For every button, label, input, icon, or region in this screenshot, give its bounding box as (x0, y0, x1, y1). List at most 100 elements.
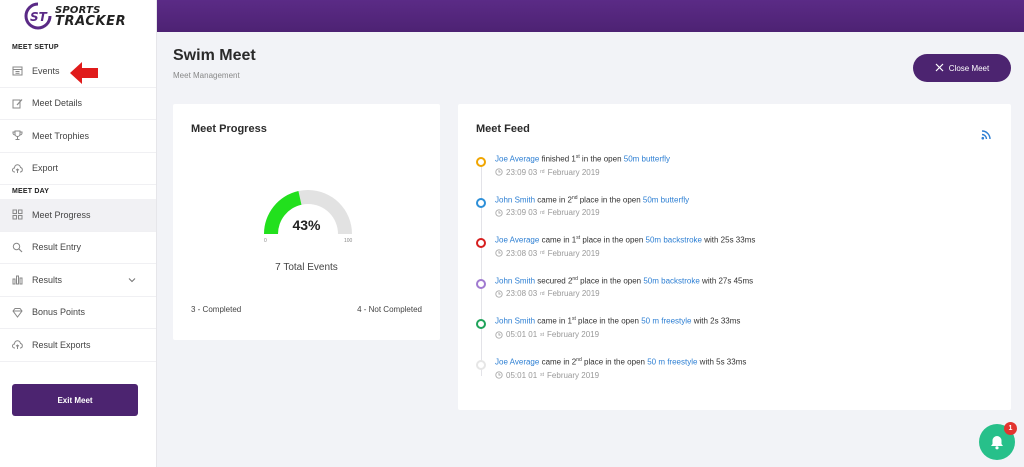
feed-text-part: place in the open (577, 276, 644, 286)
feed-item: John Smith secured 2nd place in the open… (476, 272, 996, 313)
search-icon (11, 241, 23, 253)
feed-timestamp: 23:09 03rd February 2019 (495, 208, 996, 217)
athlete-link[interactable]: Joe Average (495, 358, 539, 367)
feed-text: John Smith secured 2nd place in the open… (495, 272, 996, 288)
rss-icon[interactable] (981, 127, 991, 145)
feed-date: February 2019 (547, 167, 600, 177)
feed-date: February 2019 (547, 289, 600, 299)
not-completed-count: 4 - Not Completed (357, 305, 422, 314)
sidebar-item-label: Meet Trophies (32, 130, 90, 141)
sidebar-item-result-entry[interactable]: Result Entry (0, 232, 156, 264)
card-title: Meet Feed (476, 123, 530, 135)
bar-chart-icon (11, 274, 23, 286)
feed-item: John Smith came in 2nd place in the open… (476, 191, 996, 232)
brand-logo[interactable]: ST SPORTS TRACKER (0, 0, 156, 32)
diamond-icon (11, 306, 23, 318)
notification-badge: 1 (1004, 422, 1017, 435)
feed-list: Joe Average finished 1 st in the open 50m… (476, 150, 996, 394)
sidebar-item-meet-details[interactable]: Meet Details (0, 88, 156, 120)
feed-timestamp: 23:08 03rd February 2019 (495, 249, 996, 258)
athlete-link[interactable]: Joe Average (495, 155, 539, 164)
feed-date: February 2019 (547, 208, 600, 218)
sidebar-item-bonus-points[interactable]: Bonus Points (0, 297, 156, 329)
gauge-min-label: 0 (264, 238, 267, 244)
feed-text-part: came in 2 (539, 357, 577, 367)
sidebar-item-label: Bonus Points (32, 307, 86, 318)
feed-text-part: place in the open (580, 235, 646, 245)
feed-time: 23:08 03 (506, 248, 538, 258)
close-meet-button[interactable]: Close Meet (913, 54, 1011, 82)
completed-count: 3 - Completed (191, 305, 242, 314)
feed-text-part: came in 2 (535, 195, 572, 205)
sidebar-item-label: Result Exports (32, 339, 91, 350)
progress-percent: 43% (292, 217, 321, 233)
feed-text-part: place in the open (581, 357, 648, 367)
ordinal-suffix: rd (540, 250, 545, 257)
sidebar-item-meet-trophies[interactable]: Meet Trophies (0, 120, 156, 153)
clock-icon (495, 209, 503, 217)
cloud-upload-icon (11, 162, 23, 174)
feed-text-part: finished 1 (539, 154, 576, 164)
feed-text: John Smith came in 2nd place in the open… (495, 191, 996, 207)
logo-mark-icon: ST (24, 2, 52, 30)
event-link[interactable]: 50m backstroke (646, 236, 702, 245)
feed-date: February 2019 (547, 248, 600, 258)
ordinal-suffix: st (540, 331, 545, 338)
calendar-icon (11, 65, 23, 77)
feed-time: 05:01 01 (506, 330, 538, 340)
athlete-link[interactable]: Joe Average (495, 236, 539, 245)
chevron-down-icon[interactable] (128, 275, 136, 285)
trophy-icon (11, 130, 23, 142)
feed-text: John Smith came in 1st place in the open… (495, 312, 996, 328)
total-events: 7 Total Events (275, 262, 338, 273)
bell-icon (991, 435, 1003, 449)
sidebar-item-label: Meet Progress (32, 209, 91, 220)
sidebar-item-label: Meet Details (32, 98, 83, 109)
grid-icon (11, 209, 23, 221)
feed-text: Joe Average finished 1st in the open 50m… (495, 150, 996, 166)
feed-text-part: with 5s 33ms (697, 357, 747, 367)
timeline-dot (476, 197, 486, 208)
cloud-upload-icon (11, 339, 23, 351)
athlete-link[interactable]: John Smith (495, 317, 535, 326)
feed-text-part: came in 1 (539, 235, 577, 245)
athlete-link[interactable]: John Smith (495, 276, 535, 285)
event-link[interactable]: 50m butterfly (624, 155, 670, 164)
sidebar-item-results[interactable]: Results (0, 264, 156, 297)
event-link[interactable]: 50 m freestyle (641, 317, 691, 326)
top-bar (157, 0, 1024, 32)
sidebar-item-meet-progress[interactable]: Meet Progress (0, 199, 156, 232)
ordinal-suffix: rd (540, 290, 545, 297)
sidebar-item-label: Results (32, 274, 63, 285)
gauge-max-label: 100 (344, 238, 353, 244)
sidebar-item-result-exports[interactable]: Result Exports (0, 329, 156, 362)
feed-text-part: place in the open (575, 317, 642, 327)
sidebar-item-label: Result Entry (32, 242, 82, 253)
feed-date: February 2019 (547, 370, 600, 380)
event-link[interactable]: 50m backstroke (643, 276, 699, 285)
feed-timestamp: 23:09 03rd February 2019 (495, 168, 996, 177)
clock-icon (495, 330, 503, 339)
event-link[interactable]: 50 m freestyle (647, 358, 697, 367)
feed-text-part: with 2s 33ms (691, 317, 741, 327)
feed-item: Joe Average finished 1st in the open 50m… (476, 150, 996, 191)
feed-timestamp: 05:01 01st February 2019 (495, 330, 996, 339)
timeline-dot (476, 359, 486, 370)
exit-meet-button[interactable]: Exit Meet (12, 384, 138, 416)
svg-text:ST: ST (30, 10, 48, 24)
feed-text-part: place in the open (577, 195, 643, 205)
close-meet-label: Close Meet (948, 63, 990, 73)
clock-icon (495, 290, 503, 298)
event-link[interactable]: 50m butterfly (643, 195, 689, 204)
card-title: Meet Progress (191, 123, 267, 135)
page-title: Swim Meet (173, 47, 256, 64)
feed-item: Joe Average came in 2nd place in the ope… (476, 353, 996, 394)
feed-text-part: with 27s 45ms (699, 276, 754, 286)
feed-time: 23:09 03 (506, 208, 538, 218)
sidebar-item-export[interactable]: Export (0, 153, 156, 185)
sidebar-item-label: Export (32, 163, 59, 174)
section-label-meet-setup: MEET SETUP (12, 44, 59, 51)
notification-button[interactable]: 1 (979, 422, 1017, 460)
timeline-dot (476, 157, 486, 167)
athlete-link[interactable]: John Smith (495, 195, 535, 204)
